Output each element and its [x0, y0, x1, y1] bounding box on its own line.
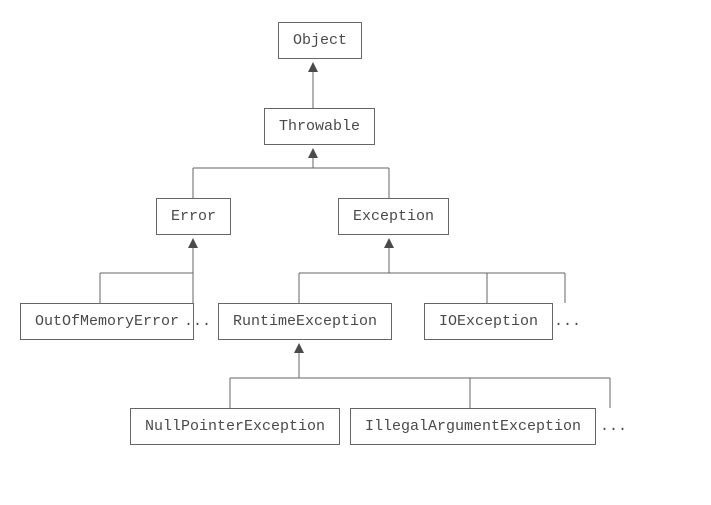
- node-object: Object: [278, 22, 362, 59]
- node-label: IOException: [439, 313, 538, 330]
- node-label: OutOfMemoryError: [35, 313, 179, 330]
- node-label: RuntimeException: [233, 313, 377, 330]
- node-throwable: Throwable: [264, 108, 375, 145]
- node-nullpointerexception: NullPointerException: [130, 408, 340, 445]
- node-error: Error: [156, 198, 231, 235]
- node-label: Exception: [353, 208, 434, 225]
- node-runtimeexception: RuntimeException: [218, 303, 392, 340]
- ellipsis: ...: [184, 313, 211, 330]
- node-label: Error: [171, 208, 216, 225]
- ellipsis: ...: [554, 313, 581, 330]
- node-label: Throwable: [279, 118, 360, 135]
- node-illegalargumentexception: IllegalArgumentException: [350, 408, 596, 445]
- node-label: IllegalArgumentException: [365, 418, 581, 435]
- node-label: NullPointerException: [145, 418, 325, 435]
- node-outofmemoryerror: OutOfMemoryError: [20, 303, 194, 340]
- node-ioexception: IOException: [424, 303, 553, 340]
- node-label: Object: [293, 32, 347, 49]
- node-exception: Exception: [338, 198, 449, 235]
- ellipsis: ...: [600, 418, 627, 435]
